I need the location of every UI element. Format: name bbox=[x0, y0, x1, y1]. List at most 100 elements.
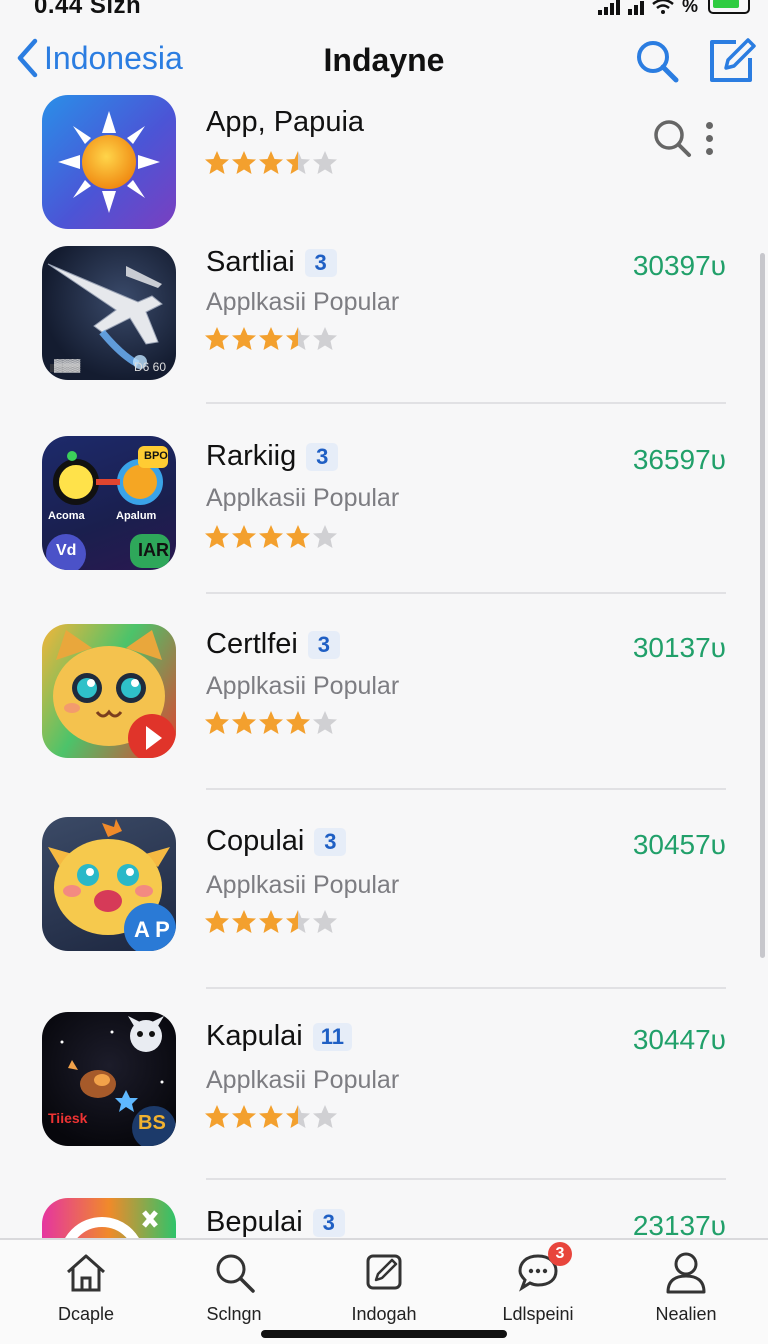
tab-label: Indogah bbox=[351, 1304, 417, 1324]
tab-label: Dcaple bbox=[57, 1304, 115, 1324]
download-count: 30447υ bbox=[632, 1024, 726, 1055]
battery-icon bbox=[708, 0, 750, 14]
star-icon bbox=[205, 1105, 229, 1128]
app-subtitle: Applkasii Popular bbox=[206, 871, 400, 899]
cat-mascot-icon bbox=[42, 624, 176, 758]
sun-icon bbox=[42, 95, 176, 229]
app-name: Sartliai 3 bbox=[206, 246, 337, 279]
featured-app-row[interactable]: App, Papuia bbox=[0, 92, 768, 232]
app-list[interactable]: App, Papuia ▓▓▓ D6 60 Sartliai 3 Applkasi… bbox=[0, 92, 768, 1238]
download-count: 23137υ bbox=[632, 1210, 726, 1238]
row-divider bbox=[206, 402, 726, 404]
rating-stars bbox=[204, 524, 338, 550]
app-row[interactable]: Acoma Apalum Vd IAR BPO Rarkiig 3 Applkas… bbox=[0, 432, 768, 622]
app-subtitle: Applkasii Popular bbox=[206, 1066, 400, 1094]
tab-compose[interactable]: Indogah bbox=[314, 1250, 454, 1325]
version-badge: 3 bbox=[307, 630, 340, 659]
star-icon bbox=[313, 711, 337, 734]
icon-text: BPO bbox=[144, 450, 168, 462]
star-icon bbox=[205, 910, 229, 933]
star-icon bbox=[232, 151, 256, 174]
search-icon[interactable] bbox=[634, 38, 680, 84]
space-game-icon: Tiiesk BS bbox=[42, 1012, 176, 1146]
chat-bubble-icon: 3 bbox=[516, 1242, 572, 1294]
icon-text: Tiiesk bbox=[48, 1110, 88, 1126]
airplane-game-icon: ▓▓▓ D6 60 bbox=[42, 246, 176, 380]
search-icon[interactable] bbox=[652, 118, 692, 158]
version-badge: 3 bbox=[304, 248, 337, 277]
tab-bar: Dcaple Sclngn Indogah 3 Ldlspeini Nealie… bbox=[0, 1238, 768, 1344]
app-name: Certlfei 3 bbox=[206, 628, 340, 661]
home-icon bbox=[67, 1254, 105, 1292]
home-indicator[interactable] bbox=[261, 1330, 507, 1338]
download-count: 36597υ bbox=[632, 444, 726, 475]
app-name: Bepulai 3 bbox=[206, 1206, 345, 1238]
more-options-icon[interactable] bbox=[706, 121, 713, 155]
app-row[interactable]: A P Copulai 3 Applkasii Popular 30457υ bbox=[0, 817, 768, 1012]
tab-profile[interactable]: Nealien bbox=[616, 1250, 756, 1325]
colorful-app-icon bbox=[42, 1198, 176, 1238]
row-divider bbox=[206, 1178, 726, 1180]
scrollbar[interactable] bbox=[760, 253, 765, 958]
star-icon bbox=[286, 910, 310, 933]
app-row[interactable]: Certlfei 3 Applkasii Popular 30137υ bbox=[0, 622, 768, 817]
signal-bars-icon bbox=[627, 0, 644, 15]
featured-actions bbox=[652, 118, 713, 158]
app-row[interactable]: ▓▓▓ D6 60 Sartliai 3 Applkasii Popular 30… bbox=[0, 242, 768, 432]
back-label: Indonesia bbox=[44, 39, 183, 76]
wifi-icon bbox=[652, 0, 674, 14]
back-button[interactable]: Indonesia bbox=[16, 38, 183, 78]
tab-messages[interactable]: 3 Ldlspeini bbox=[468, 1242, 608, 1325]
tab-home[interactable]: Dcaple bbox=[16, 1250, 156, 1325]
star-icon bbox=[259, 910, 283, 933]
app-row[interactable]: Bepulai 3 23137υ bbox=[0, 1198, 768, 1238]
star-icon bbox=[232, 1105, 256, 1128]
search-icon bbox=[216, 1254, 255, 1293]
app-name: Copulai 3 bbox=[206, 825, 347, 858]
icon-text: IAR bbox=[138, 540, 169, 560]
icon-text: Apalum bbox=[116, 510, 157, 522]
tab-label: Sclngn bbox=[206, 1304, 262, 1324]
app-row[interactable]: Tiiesk BS Kapulai 11 Applkasii Popular 30… bbox=[0, 1012, 768, 1202]
star-icon bbox=[313, 327, 337, 350]
star-icon bbox=[313, 910, 337, 933]
version-badge: 11 bbox=[312, 1022, 353, 1051]
app-name: Kapulai 11 bbox=[206, 1020, 353, 1053]
download-count: 30457υ bbox=[632, 829, 726, 860]
version-badge: 3 bbox=[314, 827, 347, 856]
star-icon bbox=[286, 711, 310, 734]
status-time: 0.44 Sizn bbox=[34, 0, 142, 19]
star-icon bbox=[232, 711, 256, 734]
star-icon bbox=[232, 327, 256, 350]
icon-text: Acoma bbox=[48, 510, 85, 522]
star-icon bbox=[313, 525, 337, 548]
compose-icon[interactable] bbox=[706, 36, 756, 84]
star-icon bbox=[313, 1105, 337, 1128]
notification-badge: 3 bbox=[548, 1242, 572, 1266]
icon-text: Vd bbox=[56, 542, 77, 559]
featured-app-name: App, Papuia bbox=[206, 106, 365, 138]
star-icon bbox=[259, 711, 283, 734]
icon-text: BS bbox=[138, 1112, 166, 1134]
star-icon bbox=[286, 327, 310, 350]
profile-icon bbox=[666, 1252, 706, 1294]
tab-search[interactable]: Sclngn bbox=[164, 1250, 304, 1325]
star-icon bbox=[286, 525, 310, 548]
star-icon bbox=[259, 151, 283, 174]
rating-stars bbox=[204, 326, 338, 352]
app-name: Rarkiig 3 bbox=[206, 440, 339, 473]
rating-stars bbox=[204, 710, 338, 736]
star-icon bbox=[232, 525, 256, 548]
star-icon bbox=[286, 1105, 310, 1128]
battery-percent: % bbox=[681, 0, 698, 16]
row-divider bbox=[206, 788, 726, 790]
star-icon bbox=[286, 151, 310, 174]
download-count: 30397υ bbox=[632, 250, 726, 281]
signal-bars-icon bbox=[597, 0, 620, 15]
tab-label: Ldlspeini bbox=[502, 1304, 574, 1324]
app-subtitle: Applkasii Popular bbox=[206, 484, 400, 512]
star-icon bbox=[259, 525, 283, 548]
star-icon bbox=[205, 151, 229, 174]
version-badge: 3 bbox=[312, 1208, 345, 1237]
rating-stars bbox=[204, 909, 338, 935]
